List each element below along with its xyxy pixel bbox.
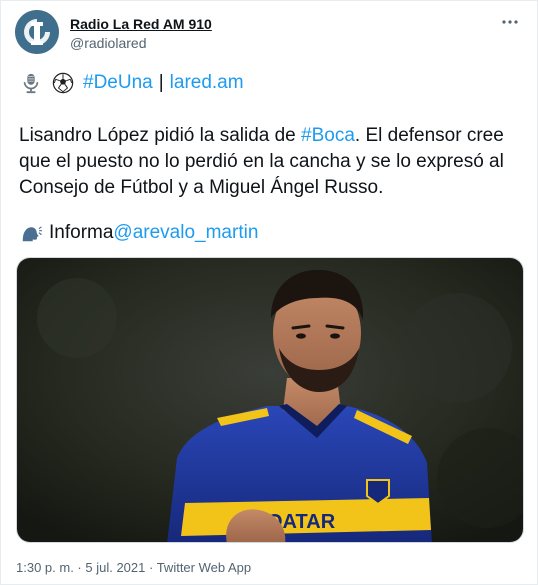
account-name[interactable]: Radio La Red AM 910: [70, 16, 212, 32]
microphone-icon: [19, 71, 43, 95]
tweet-body: Lisandro López pidió la salida de #Boca.…: [19, 123, 519, 201]
tweet-body-part1: Lisandro López pidió la salida de: [19, 125, 302, 146]
informa-label: Informa: [49, 222, 114, 243]
tweet-informa-line: Informa @arevalo_martin: [19, 220, 258, 246]
tweet-timestamp: 1:30 p. m. · 5 jul. 2021 · Twitter Web A…: [16, 560, 251, 575]
tweet-line-hashtags: #DeUna | lared.am: [19, 70, 244, 96]
tweet-source[interactable]: Twitter Web App: [157, 560, 251, 575]
mention-arevalo-martin[interactable]: @arevalo_martin: [113, 220, 258, 246]
player-photo: QATAR: [17, 258, 523, 542]
more-options-icon[interactable]: [501, 13, 519, 31]
meta-dot-1: ·: [73, 560, 86, 575]
soccer-ball-icon: [51, 71, 75, 95]
hashtag-deuna[interactable]: #DeUna: [83, 71, 153, 95]
avatar[interactable]: [15, 10, 59, 54]
tweet-photo[interactable]: QATAR: [16, 257, 524, 543]
meta-dot-2: ·: [145, 560, 157, 575]
tweet-card: Radio La Red AM 910 @radiolared #DeUna |…: [0, 0, 538, 585]
tweet-time[interactable]: 1:30 p. m.: [16, 560, 74, 575]
link-lared-am[interactable]: lared.am: [170, 71, 244, 95]
line1-separator: |: [158, 72, 164, 93]
account-handle[interactable]: @radiolared: [70, 35, 146, 51]
hashtag-boca[interactable]: #Boca: [301, 125, 355, 146]
avatar-logo: [15, 10, 59, 54]
speaking-head-icon: [19, 221, 43, 245]
tweet-date[interactable]: 5 jul. 2021: [85, 560, 145, 575]
